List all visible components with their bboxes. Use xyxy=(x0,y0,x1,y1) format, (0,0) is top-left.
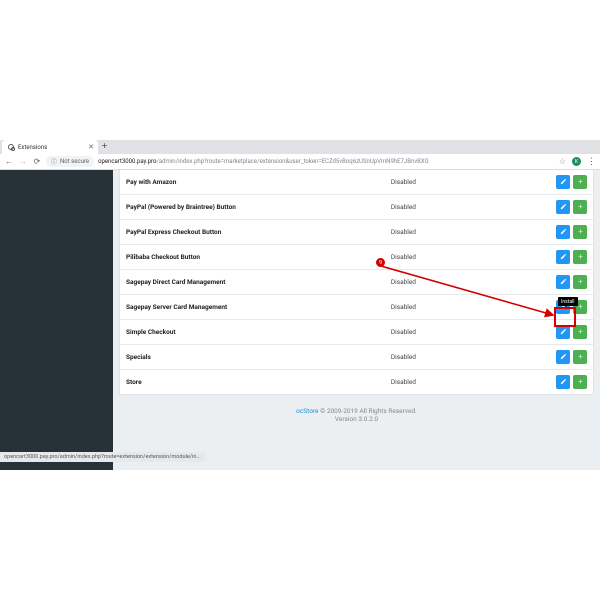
extension-name: Sagepay Direct Card Management xyxy=(120,270,385,295)
nav-back-icon[interactable]: ← xyxy=(4,157,14,167)
tab-close-icon[interactable]: ✕ xyxy=(88,143,94,151)
extension-name: Pay with Amazon xyxy=(120,170,385,195)
plus-icon xyxy=(577,328,584,337)
extension-name: Pilibaba Checkout Button xyxy=(120,245,385,270)
footer-brand-link[interactable]: ocStore xyxy=(296,407,318,415)
plus-icon xyxy=(577,228,584,237)
spacer xyxy=(451,170,498,195)
plus-icon xyxy=(577,203,584,212)
spacer xyxy=(451,370,498,395)
annotation-highlight-box xyxy=(554,307,576,327)
annotation-step-badge: 9 xyxy=(376,258,385,267)
pencil-icon xyxy=(560,378,567,387)
profile-avatar[interactable]: K xyxy=(572,157,581,166)
browser-tab-strip: Extensions ✕ + xyxy=(0,140,600,154)
extension-actions xyxy=(498,345,593,370)
install-button[interactable] xyxy=(573,350,587,364)
nav-reload-icon[interactable]: ⟳ xyxy=(32,157,42,167)
pencil-icon xyxy=(560,203,567,212)
extension-actions xyxy=(498,220,593,245)
edit-button[interactable] xyxy=(556,225,570,239)
extension-status: Disabled xyxy=(385,345,451,370)
extension-name: PayPal Express Checkout Button xyxy=(120,220,385,245)
admin-sidebar[interactable] xyxy=(0,170,113,470)
install-button[interactable] xyxy=(573,225,587,239)
edit-button[interactable] xyxy=(556,175,570,189)
pencil-icon xyxy=(560,353,567,362)
table-row: Pay with AmazonDisabled xyxy=(120,170,593,195)
install-button[interactable] xyxy=(573,250,587,264)
footer-version: Version 3.0.2.0 xyxy=(119,415,594,423)
edit-button[interactable] xyxy=(556,375,570,389)
extension-name: PayPal (Powered by Braintree) Button xyxy=(120,195,385,220)
spacer xyxy=(451,195,498,220)
annotation-arrow xyxy=(375,260,565,330)
info-icon: ⓘ xyxy=(51,157,57,166)
nav-forward-icon: → xyxy=(18,157,28,167)
spacer xyxy=(451,220,498,245)
edit-button[interactable] xyxy=(556,350,570,364)
plus-icon xyxy=(577,378,584,387)
footer-rights: © 2009-2019 All Rights Reserved. xyxy=(318,407,416,415)
browser-status-bar: opencart3000.pay.pro/admin/index.php?rou… xyxy=(0,452,205,462)
install-button[interactable] xyxy=(573,325,587,339)
extension-actions xyxy=(498,370,593,395)
table-row: PayPal (Powered by Braintree) ButtonDisa… xyxy=(120,195,593,220)
extension-status: Disabled xyxy=(385,220,451,245)
install-button[interactable] xyxy=(573,375,587,389)
plus-icon xyxy=(577,278,584,287)
browser-toolbar: ← → ⟳ ⓘ Not secure opencart3000.pay.pro/… xyxy=(0,154,600,170)
pencil-icon xyxy=(560,178,567,187)
extension-status: Disabled xyxy=(385,170,451,195)
extension-name: Store xyxy=(120,370,385,395)
bookmark-star-icon[interactable]: ☆ xyxy=(559,157,566,166)
install-button[interactable] xyxy=(573,275,587,289)
extension-name: Sagepay Server Card Management xyxy=(120,295,385,320)
extension-actions xyxy=(498,170,593,195)
install-button[interactable] xyxy=(573,175,587,189)
browser-tab-extensions[interactable]: Extensions ✕ xyxy=(2,140,98,154)
page-footer: ocStore © 2009-2019 All Rights Reserved.… xyxy=(119,395,594,429)
table-row: SpecialsDisabled xyxy=(120,345,593,370)
install-tooltip: Install xyxy=(558,297,578,306)
extension-status: Disabled xyxy=(385,370,451,395)
tab-title: Extensions xyxy=(18,144,47,151)
security-label: Not secure xyxy=(60,158,89,165)
extension-actions xyxy=(498,195,593,220)
globe-icon xyxy=(8,144,14,150)
extension-name: Simple Checkout xyxy=(120,320,385,345)
plus-icon xyxy=(577,353,584,362)
extension-status: Disabled xyxy=(385,195,451,220)
table-row: PayPal Express Checkout ButtonDisabled xyxy=(120,220,593,245)
pencil-icon xyxy=(560,228,567,237)
browser-menu-icon[interactable]: ⋮ xyxy=(587,157,596,167)
security-chip[interactable]: ⓘ Not secure xyxy=(46,156,94,167)
address-bar[interactable]: opencart3000.pay.pro/admin/index.php?rou… xyxy=(98,158,555,165)
install-button[interactable] xyxy=(573,200,587,214)
new-tab-button[interactable]: + xyxy=(98,142,111,152)
url-host: opencart3000.pay.pro xyxy=(98,158,156,165)
plus-icon xyxy=(577,303,584,312)
plus-icon xyxy=(577,178,584,187)
edit-button[interactable] xyxy=(556,200,570,214)
plus-icon xyxy=(577,253,584,262)
table-row: StoreDisabled xyxy=(120,370,593,395)
spacer xyxy=(451,345,498,370)
url-path: /admin/index.php?route=marketplace/exten… xyxy=(156,158,428,165)
extension-name: Specials xyxy=(120,345,385,370)
